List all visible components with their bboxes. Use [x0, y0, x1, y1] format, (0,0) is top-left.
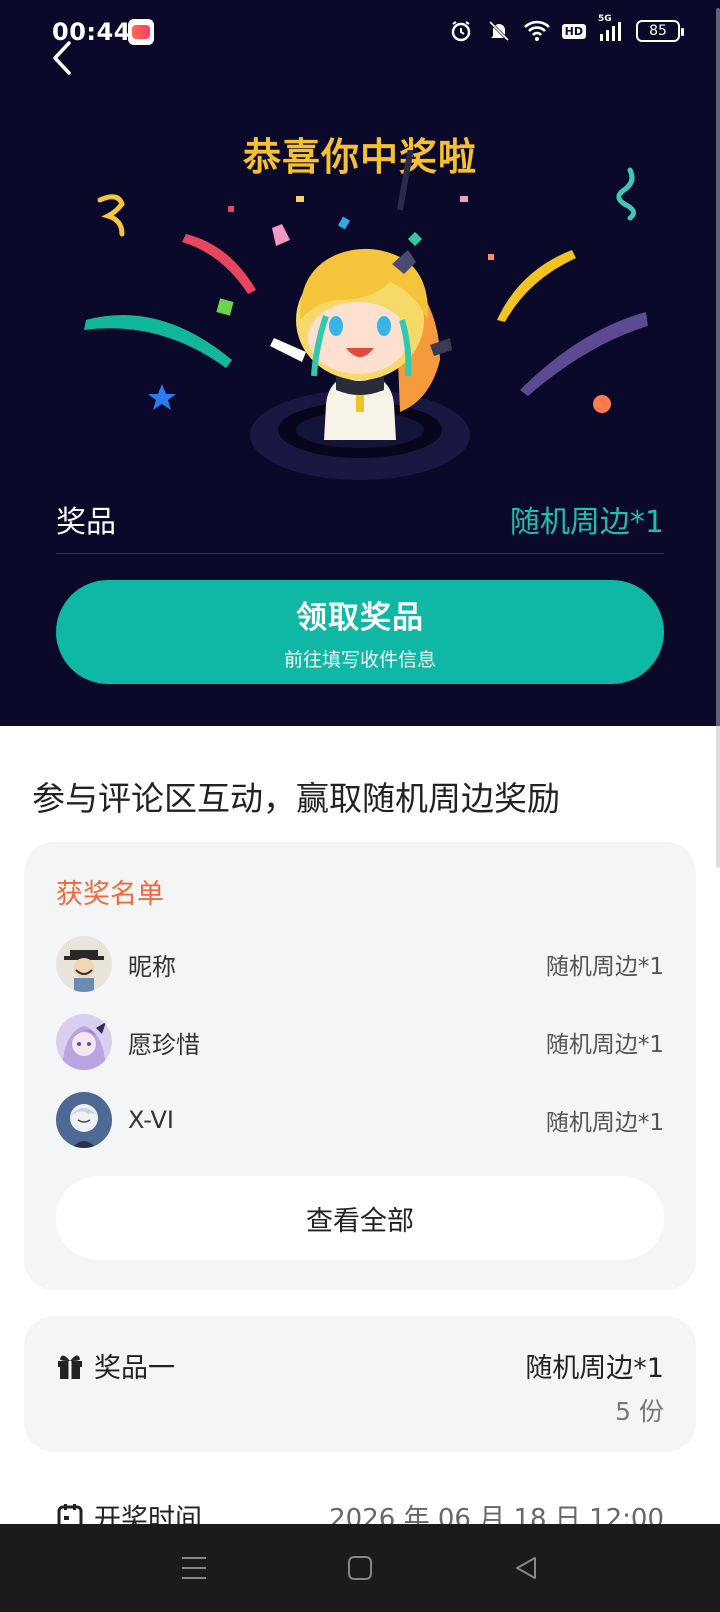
- winners-title: 获奖名单: [56, 879, 164, 910]
- view-all-button[interactable]: 查看全部: [56, 1176, 664, 1260]
- system-nav-bar: [0, 1524, 720, 1612]
- home-square-icon: [348, 1556, 372, 1580]
- signal-icon: 5G: [598, 14, 624, 44]
- battery-indicator: 85: [636, 20, 684, 42]
- status-bar: 00:44 HD 5G 85: [0, 0, 720, 64]
- wifi-icon: [523, 18, 550, 44]
- claim-prize-label: 领取奖品: [296, 600, 424, 636]
- winner-prize: 随机周边*1: [545, 954, 664, 980]
- signal-label: 5G: [598, 14, 612, 24]
- winner-prize: 随机周边*1: [545, 1032, 664, 1058]
- claim-prize-sublabel: 前往填写收件信息: [283, 649, 436, 671]
- nav-menu-button[interactable]: [177, 1551, 211, 1585]
- avatar: [56, 1092, 112, 1148]
- page-scrollbar[interactable]: [716, 8, 720, 868]
- prize-label: 奖品: [56, 504, 116, 540]
- winner-name: X-VI: [128, 1106, 174, 1134]
- winner-row[interactable]: 昵称 随机周边*1: [56, 936, 664, 992]
- menu-icon: [182, 1557, 206, 1579]
- winner-prize: 随机周边*1: [545, 1110, 664, 1136]
- prize-item-value: 随机周边*1: [525, 1353, 664, 1384]
- prize-item-header: 奖品一: [56, 1346, 175, 1385]
- winner-row[interactable]: X-VI 随机周边*1: [56, 1092, 664, 1148]
- back-button[interactable]: [40, 36, 84, 80]
- winner-name: 昵称: [128, 952, 176, 981]
- avatar: [56, 1014, 112, 1070]
- alarm-icon: [448, 18, 474, 44]
- prize-item-card: 奖品一 随机周边*1 5 份: [24, 1316, 696, 1452]
- winners-card: 获奖名单 昵称 随机周边*1 愿珍惜 随机周边*1 X-VI 随机周边*1 查看…: [24, 842, 696, 1290]
- avatar: [56, 936, 112, 992]
- gift-icon: [58, 1354, 82, 1379]
- nav-home-button[interactable]: [343, 1551, 377, 1585]
- winner-mascot-illustration: [84, 150, 648, 480]
- prize-row: 奖品 随机周边*1: [56, 484, 664, 554]
- prize-item-count: 5 份: [615, 1397, 664, 1426]
- winner-row[interactable]: 愿珍惜 随机周边*1: [56, 1014, 664, 1070]
- winner-name: 愿珍惜: [128, 1030, 200, 1059]
- prize-item-name: 奖品一: [94, 1353, 175, 1384]
- nav-back-button[interactable]: [509, 1551, 543, 1585]
- status-icons: HD 5G 85: [448, 14, 684, 44]
- hd-badge: HD: [561, 23, 586, 39]
- mute-bell-icon: [486, 18, 512, 44]
- chevron-left-icon: [53, 41, 71, 75]
- app-notification-icon: [128, 19, 154, 45]
- prize-value: 随机周边*1: [509, 504, 664, 540]
- activity-title: 参与评论区互动，赢取随机周边奖励: [32, 779, 560, 818]
- triangle-back-icon: [516, 1557, 536, 1579]
- prize-hero: 00:44 HD 5G 85 恭喜你中奖啦 奖品 随机周边*1 领取奖品 前往填…: [0, 0, 720, 726]
- claim-prize-button[interactable]: 领取奖品 前往填写收件信息: [56, 580, 664, 684]
